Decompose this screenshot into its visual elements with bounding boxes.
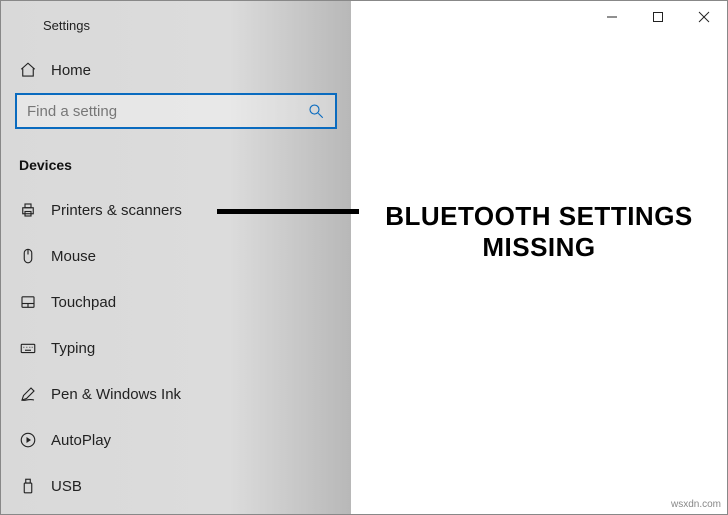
home-icon [19,61,37,79]
minimize-button[interactable] [589,1,635,33]
search-box[interactable] [15,93,337,129]
annotation-line2: MISSING [359,232,719,263]
sidebar-item-autoplay[interactable]: AutoPlay [1,417,351,463]
keyboard-icon [19,339,37,357]
pen-icon [19,385,37,403]
sidebar-item-mouse[interactable]: Mouse [1,233,351,279]
mouse-icon [19,247,37,265]
nav-label: Mouse [51,248,96,265]
search-icon [307,102,325,120]
nav-label: USB [51,478,82,495]
app-title: Settings [43,18,90,33]
annotation-arrow [217,209,359,214]
printer-icon [19,201,37,219]
close-button[interactable] [681,1,727,33]
nav-label: Pen & Windows Ink [51,386,181,403]
watermark: wsxdn.com [671,499,721,510]
search-input[interactable] [27,103,307,120]
nav-label: Printers & scanners [51,202,182,219]
window-controls [589,1,727,33]
annotation-text: BLUETOOTH SETTINGS MISSING [359,201,719,263]
sidebar-item-touchpad[interactable]: Touchpad [1,279,351,325]
annotation-line1: BLUETOOTH SETTINGS [359,201,719,232]
sidebar-item-usb[interactable]: USB [1,463,351,509]
sidebar-item-pen[interactable]: Pen & Windows Ink [1,371,351,417]
sidebar-item-typing[interactable]: Typing [1,325,351,371]
settings-sidebar: Settings Home Devices Printers & scanner… [1,1,351,514]
nav-label: AutoPlay [51,432,111,449]
section-header-devices: Devices [1,139,351,177]
autoplay-icon [19,431,37,449]
nav-list: Printers & scanners Mouse Touchpad Typin… [1,177,351,509]
usb-icon [19,477,37,495]
nav-label: Typing [51,340,95,357]
nav-label: Touchpad [51,294,116,311]
touchpad-icon [19,293,37,311]
sidebar-titlebar: Settings [1,7,351,43]
main-content: BLUETOOTH SETTINGS MISSING [351,1,727,514]
sidebar-home[interactable]: Home [1,43,351,93]
home-label: Home [51,62,91,79]
maximize-button[interactable] [635,1,681,33]
